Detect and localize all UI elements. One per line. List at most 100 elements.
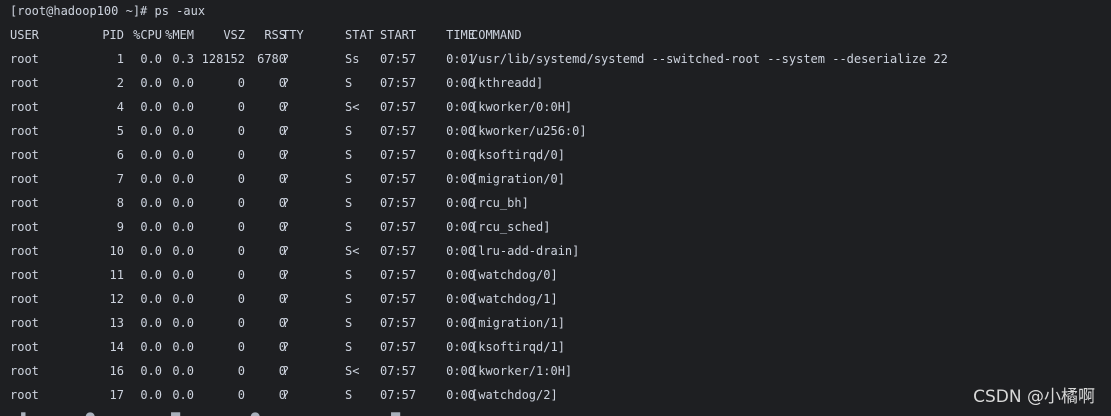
process-mem: 0.0 (172, 124, 194, 138)
process-user: root (10, 316, 39, 330)
process-user: root (10, 292, 39, 306)
process-command: [kworker/0:0H] (471, 100, 573, 114)
process-row: root 8 0.0 0.0 0 0? S 07:57 0:00 [rcu_bh] (10, 191, 1111, 215)
process-user: root (10, 388, 39, 402)
process-stat: S< (345, 364, 360, 378)
header-tty: TTY (282, 28, 304, 42)
process-time: 0:01 (446, 52, 475, 66)
process-start: 07:57 (380, 172, 417, 186)
process-start: 07:57 (380, 52, 417, 66)
process-pid: 2 (116, 76, 124, 90)
process-pid: 1 (116, 52, 124, 66)
process-user: root (10, 76, 39, 90)
process-user: root (10, 364, 39, 378)
process-rss: 0 (278, 340, 286, 354)
process-start: 07:57 (380, 124, 417, 138)
process-rss: 0 (278, 148, 286, 162)
process-rss: 0 (278, 268, 286, 282)
process-tty: ? (282, 52, 290, 66)
process-user: root (10, 100, 39, 114)
process-pid: 13 (109, 316, 124, 330)
process-command: [watchdog/1] (471, 292, 558, 306)
process-rss: 0 (278, 388, 286, 402)
process-tty: ? (282, 292, 290, 306)
process-row: root 4 0.0 0.0 0 0? S< 07:57 0:00 [kworker/0:0H] (10, 95, 1111, 119)
toolbar-icon: ■ (170, 410, 181, 416)
process-user: root (10, 340, 39, 354)
process-cpu: 0.0 (140, 292, 162, 306)
process-time: 0:00 (446, 340, 475, 354)
header-rss: RSS (264, 28, 286, 42)
process-mem: 0.0 (172, 340, 194, 354)
process-command: [watchdog/0] (471, 268, 558, 282)
process-vsz: 0 (237, 172, 245, 186)
process-stat: S (345, 148, 353, 162)
process-tty: ? (282, 100, 290, 114)
process-tty: ? (282, 340, 290, 354)
process-tty: ? (282, 196, 290, 210)
process-command: [rcu_bh] (471, 196, 529, 210)
process-start: 07:57 (380, 76, 417, 90)
process-cpu: 0.0 (140, 268, 162, 282)
process-row: root 7 0.0 0.0 0 0? S 07:57 0:00 [migration/0] (10, 167, 1111, 191)
process-time: 0:00 (446, 268, 475, 282)
process-table-header: USER PID %CPU %MEM VSZ RSS TTY STAT STAR… (10, 23, 1100, 47)
process-time: 0:00 (446, 172, 475, 186)
header-command: COMMAND (471, 28, 522, 42)
process-vsz: 0 (237, 124, 245, 138)
process-mem: 0.0 (172, 364, 194, 378)
process-cpu: 0.0 (140, 52, 162, 66)
process-vsz: 0 (237, 388, 245, 402)
process-row: root 1 0.0 0.3 128152 6780? Ss 07:57 0:01/usr/li… (10, 47, 1111, 71)
process-rss: 0 (278, 364, 286, 378)
process-start: 07:57 (380, 364, 417, 378)
process-row: root 16 0.0 0.0 0 0? S< 07:57 0:00 [kworker/1:0H] (10, 359, 1111, 383)
process-command: [ksoftirqd/0] (471, 148, 565, 162)
process-mem: 0.0 (172, 268, 194, 282)
process-row: root 14 0.0 0.0 0 0? S 07:57 0:00 [ksoftirqd/1] (10, 335, 1111, 359)
header-pid: PID (102, 28, 124, 42)
header-time: TIME (446, 28, 475, 42)
process-row: root 12 0.0 0.0 0 0? S 07:57 0:00 [watchdog/1] (10, 287, 1111, 311)
process-user: root (10, 268, 39, 282)
process-stat: S (345, 268, 353, 282)
process-start: 07:57 (380, 244, 417, 258)
terminal-window[interactable]: [root@hadoop100 ~]# ps -aux USER PID %CP… (0, 0, 1111, 416)
process-stat: Ss (345, 52, 360, 66)
process-row: root 13 0.0 0.0 0 0? S 07:57 0:00 [migration/1] (10, 311, 1111, 335)
bottom-toolbar-edge: ▮ ● ■ ● ■ (0, 410, 1111, 416)
watermark: CSDN @小橘啊 (973, 387, 1095, 407)
process-stat: S (345, 340, 353, 354)
process-vsz: 0 (237, 220, 245, 234)
process-command: /usr/lib/systemd/systemd --switched-root… (471, 52, 948, 66)
process-pid: 12 (109, 292, 124, 306)
process-vsz: 0 (237, 196, 245, 210)
process-cpu: 0.0 (140, 148, 162, 162)
process-stat: S (345, 172, 353, 186)
process-cpu: 0.0 (140, 172, 162, 186)
process-rss: 0 (278, 100, 286, 114)
header-cpu: %CPU (133, 28, 162, 42)
process-command: [ksoftirqd/1] (471, 340, 565, 354)
process-start: 07:57 (380, 340, 417, 354)
process-row: root 17 0.0 0.0 0 0? S 07:57 0:00 [watchdog/2] (10, 383, 1111, 407)
process-pid: 7 (116, 172, 124, 186)
process-tty: ? (282, 388, 290, 402)
process-row: root 10 0.0 0.0 0 0? S< 07:57 0:00 [lru-add-drain… (10, 239, 1111, 263)
process-time: 0:00 (446, 292, 475, 306)
header-stat: STAT (345, 28, 374, 42)
process-stat: S (345, 76, 353, 90)
process-pid: 14 (109, 340, 124, 354)
toolbar-icon: ● (250, 410, 260, 416)
process-pid: 16 (109, 364, 124, 378)
process-mem: 0.0 (172, 196, 194, 210)
process-cpu: 0.0 (140, 364, 162, 378)
process-vsz: 0 (237, 244, 245, 258)
process-time: 0:00 (446, 196, 475, 210)
process-tty: ? (282, 244, 290, 258)
process-start: 07:57 (380, 148, 417, 162)
header-user: USER (10, 28, 39, 42)
process-user: root (10, 172, 39, 186)
process-tty: ? (282, 172, 290, 186)
process-time: 0:00 (446, 124, 475, 138)
